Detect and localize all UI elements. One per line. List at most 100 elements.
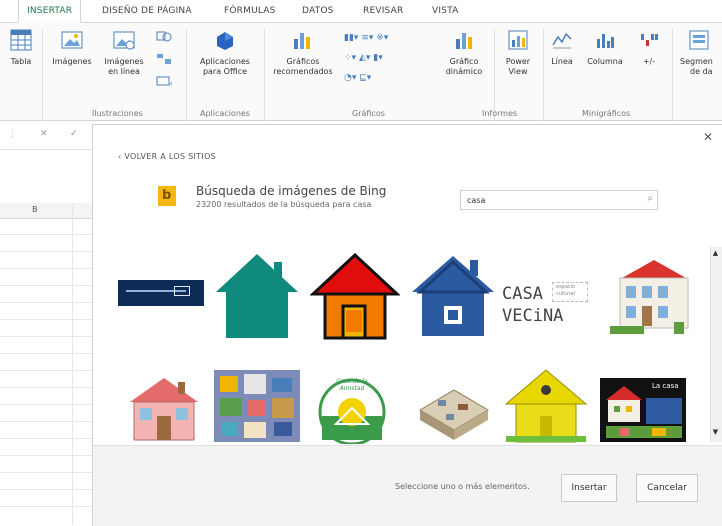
- image-thumbnail[interactable]: [604, 256, 704, 340]
- column-chart-icon[interactable]: ▮▮▾: [344, 33, 358, 43]
- image-thumbnail[interactable]: La casa: [600, 378, 686, 442]
- screenshot-icon: +: [156, 76, 175, 88]
- image-thumbnail[interactable]: [410, 370, 496, 444]
- image-thumbnail[interactable]: Casa de la Amistad: [312, 372, 392, 444]
- imagenes-button[interactable]: Imágenes: [50, 29, 94, 67]
- search-results-count: 23200 resultados de la búsqueda para cas…: [196, 200, 372, 209]
- insert-button[interactable]: Insertar: [561, 474, 617, 502]
- espacio-cultural-box: espacio cultural: [552, 282, 588, 302]
- search-input[interactable]: [467, 194, 637, 206]
- tab-formulas[interactable]: FÓRMULAS: [224, 0, 276, 22]
- ganancia-perdida-label: +/-: [642, 57, 656, 66]
- columna-button[interactable]: Columna: [582, 29, 628, 67]
- segmentacion-button[interactable]: Segmen de da: [680, 29, 722, 77]
- tab-diseno-de-pagina[interactable]: DISEÑO DE PÁGINA: [102, 0, 192, 22]
- image-thumbnail[interactable]: [214, 252, 300, 340]
- image-thumbnail[interactable]: [410, 252, 496, 340]
- image-thumbnail[interactable]: [126, 374, 202, 442]
- blue-house-image: [412, 256, 494, 336]
- row-line: [0, 387, 92, 388]
- table-icon: [10, 29, 32, 51]
- row-line: [0, 421, 92, 422]
- search-icon[interactable]: ⌕: [647, 193, 653, 204]
- group-aplicaciones: Aplicaciones: [200, 109, 250, 118]
- scatter-chart-icon[interactable]: ⁘▾: [344, 53, 356, 63]
- selection-hint-text: Seleccione uno o más elementos.: [395, 482, 530, 491]
- image-thumbnail[interactable]: [502, 366, 590, 444]
- tab-vista[interactable]: VISTA: [432, 0, 458, 22]
- sparkline-winloss-icon: [641, 34, 658, 46]
- cancel-entry-icon[interactable]: ✕: [40, 129, 48, 139]
- row-line: [0, 370, 92, 371]
- espacio-text: espacio: [556, 284, 576, 290]
- bar-chart-icon[interactable]: ≡▾: [361, 33, 373, 43]
- formas-button[interactable]: [152, 31, 176, 46]
- graficos-recomendados-button[interactable]: Gráficos recomendados: [270, 29, 336, 77]
- linea-button[interactable]: Línea: [547, 29, 577, 67]
- grafico-dinamico-button[interactable]: Gráfico dinámico: [440, 29, 488, 77]
- group-graficos: Gráficos: [352, 109, 385, 118]
- power-view-label-1: Power: [505, 57, 531, 66]
- ganancia-perdida-button[interactable]: +/-: [634, 29, 664, 67]
- image-thumbnail[interactable]: [118, 280, 204, 306]
- close-icon[interactable]: ✕: [703, 130, 713, 144]
- tabla-button[interactable]: Tabla: [4, 29, 38, 67]
- pivot-chart-icon: [456, 33, 472, 49]
- enter-entry-icon[interactable]: ✓: [70, 129, 78, 139]
- row-line: [0, 319, 92, 320]
- ribbon-tab-bar: INSERTAR DISEÑO DE PÁGINA FÓRMULAS DATOS…: [0, 0, 722, 23]
- smartart-button[interactable]: [152, 53, 176, 68]
- chart-types-row-3[interactable]: ◔▾ ⊑▾: [344, 73, 434, 83]
- row-line: [0, 438, 92, 439]
- sparkline-column-icon: [597, 34, 614, 48]
- ribbon-separator: [672, 29, 673, 121]
- back-to-sites-link[interactable]: ‹ VOLVER A LOS SITIOS: [118, 152, 216, 161]
- column-header-row: B: [0, 203, 92, 219]
- row-line: [0, 404, 92, 405]
- power-view-button[interactable]: Power View: [498, 29, 538, 77]
- ribbon: Tabla Imágenes Imágenes en línea + Ilust…: [0, 23, 722, 121]
- pie-chart-icon[interactable]: ◔▾: [344, 73, 356, 83]
- tab-insertar[interactable]: INSERTAR: [18, 0, 82, 23]
- group-informes: Informes: [482, 109, 518, 118]
- scroll-down-arrow-icon[interactable]: ▼: [710, 428, 721, 440]
- recommended-charts-icon: [294, 33, 310, 49]
- aplicaciones-button[interactable]: Aplicaciones para Office: [192, 29, 258, 77]
- worksheet-area: ⋮ ✕ ✓ B: [0, 121, 92, 525]
- waterfall-chart-icon[interactable]: ⊑▾: [359, 73, 371, 83]
- tab-datos[interactable]: DATOS: [302, 0, 334, 22]
- columna-label: Columna: [587, 57, 623, 66]
- area-chart-icon[interactable]: ◭▾: [359, 53, 370, 63]
- scroll-up-arrow-icon[interactable]: ▲: [710, 249, 721, 261]
- green-logo-text: Casa de la Amistad: [336, 378, 368, 392]
- red-roof-house-image: [310, 252, 400, 340]
- results-scrollbar[interactable]: [710, 247, 722, 442]
- row-line: [0, 268, 92, 269]
- office-apps-icon: [217, 32, 233, 50]
- la-casa-image: [606, 386, 682, 438]
- imagenes-en-linea-button[interactable]: Imágenes en línea: [102, 29, 146, 77]
- ribbon-separator: [543, 29, 544, 121]
- smartart-icon: [157, 54, 171, 64]
- hierarchy-chart-icon[interactable]: ※▾: [376, 33, 388, 43]
- casa-vecina-text-2: VECiNA: [502, 306, 564, 326]
- online-picture-icon: [113, 31, 135, 50]
- graficos-recomendados-label-2: recomendados: [273, 67, 333, 76]
- tab-revisar[interactable]: REVISAR: [363, 0, 403, 22]
- formula-bar: ⋮ ✕ ✓: [0, 121, 92, 150]
- image-thumbnail[interactable]: CASA VECiNA espacio cultural: [502, 262, 594, 336]
- chart-types-row-1[interactable]: ▮▮▾ ≡▾ ※▾: [344, 33, 434, 43]
- group-minigraficos: Minigráficos: [582, 109, 631, 118]
- image-thumbnail[interactable]: [214, 370, 300, 442]
- stock-chart-icon[interactable]: ▮▾: [373, 53, 382, 63]
- image-thumbnail[interactable]: [310, 252, 400, 340]
- cancel-button[interactable]: Cancelar: [636, 474, 698, 502]
- slicer-icon: [689, 30, 709, 50]
- captura-button[interactable]: +: [152, 75, 176, 90]
- column-header-b[interactable]: B: [32, 205, 38, 214]
- imagenes-en-linea-label-1: Imágenes: [104, 57, 144, 66]
- chart-types-row-2[interactable]: ⁘▾ ◭▾ ▮▾: [344, 53, 434, 63]
- row-line: [0, 472, 92, 473]
- ribbon-separator: [42, 29, 43, 121]
- group-ilustraciones: Ilustraciones: [92, 109, 143, 118]
